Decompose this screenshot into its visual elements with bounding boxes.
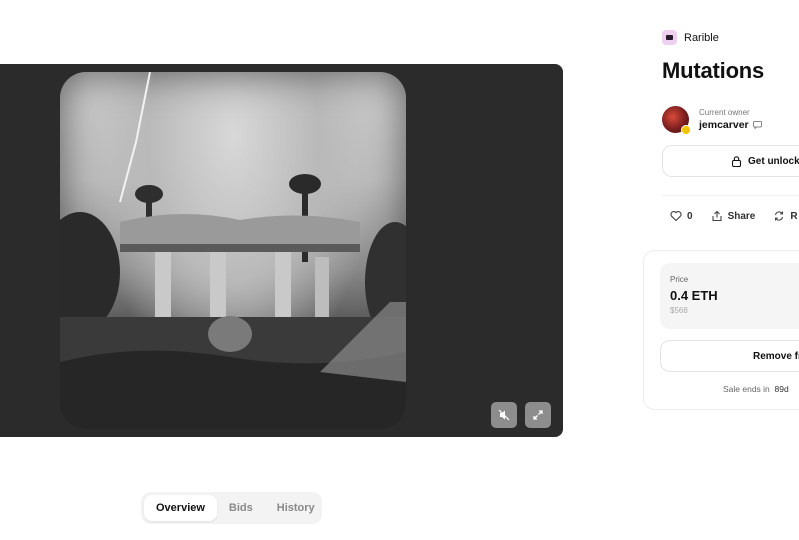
page: Overview Bids History Rarible Mutations … [0,0,799,540]
artwork-image [60,72,406,429]
price-label: Price [670,275,689,284]
verified-badge-icon [681,125,691,135]
sale-prefix: Sale ends in [723,384,770,394]
detail-tabs: Overview Bids History [141,492,322,524]
tab-bids[interactable]: Bids [217,495,265,521]
price-box: Price 0.4 ETH $568 [660,263,799,329]
divider [662,195,799,196]
get-unlockable-button[interactable]: Get unlock [662,145,799,177]
unlock-label: Get unlock [748,155,799,167]
share-icon [712,210,722,222]
mute-button[interactable] [491,402,517,428]
expand-icon [533,410,543,420]
like-button[interactable]: 0 [670,210,693,222]
owner-avatar [662,106,691,135]
price-value: 0.4 ETH [670,288,718,303]
fullscreen-button[interactable] [525,402,551,428]
sale-time: 89d [774,384,789,394]
item-actions: 0 Share R [670,210,798,222]
message-icon [752,121,762,129]
rarible-logo-icon [662,30,677,45]
price-usd: $568 [670,306,688,315]
collection-link[interactable]: Rarible [662,30,719,45]
heart-icon [670,211,682,222]
share-label: Share [727,210,756,222]
collection-name: Rarible [684,31,719,44]
refresh-label: R [790,210,798,222]
remove-label: Remove fr [753,350,799,362]
tab-overview[interactable]: Overview [144,495,217,521]
media-viewer [0,64,563,437]
refresh-button[interactable]: R [773,210,798,222]
like-count: 0 [687,210,693,222]
mute-icon [498,409,510,421]
refresh-icon [775,211,784,221]
lock-icon [731,155,742,167]
sale-countdown: Sale ends in 89d [723,384,789,394]
owner-label: Current owner [699,108,750,117]
tab-history[interactable]: History [265,495,327,521]
item-title: Mutations [662,58,765,83]
owner-name: jemcarver [699,119,749,131]
share-button[interactable]: Share [711,210,756,222]
owner-info[interactable]: Current owner jemcarver [662,106,762,135]
remove-from-sale-button[interactable]: Remove fr [660,340,799,372]
